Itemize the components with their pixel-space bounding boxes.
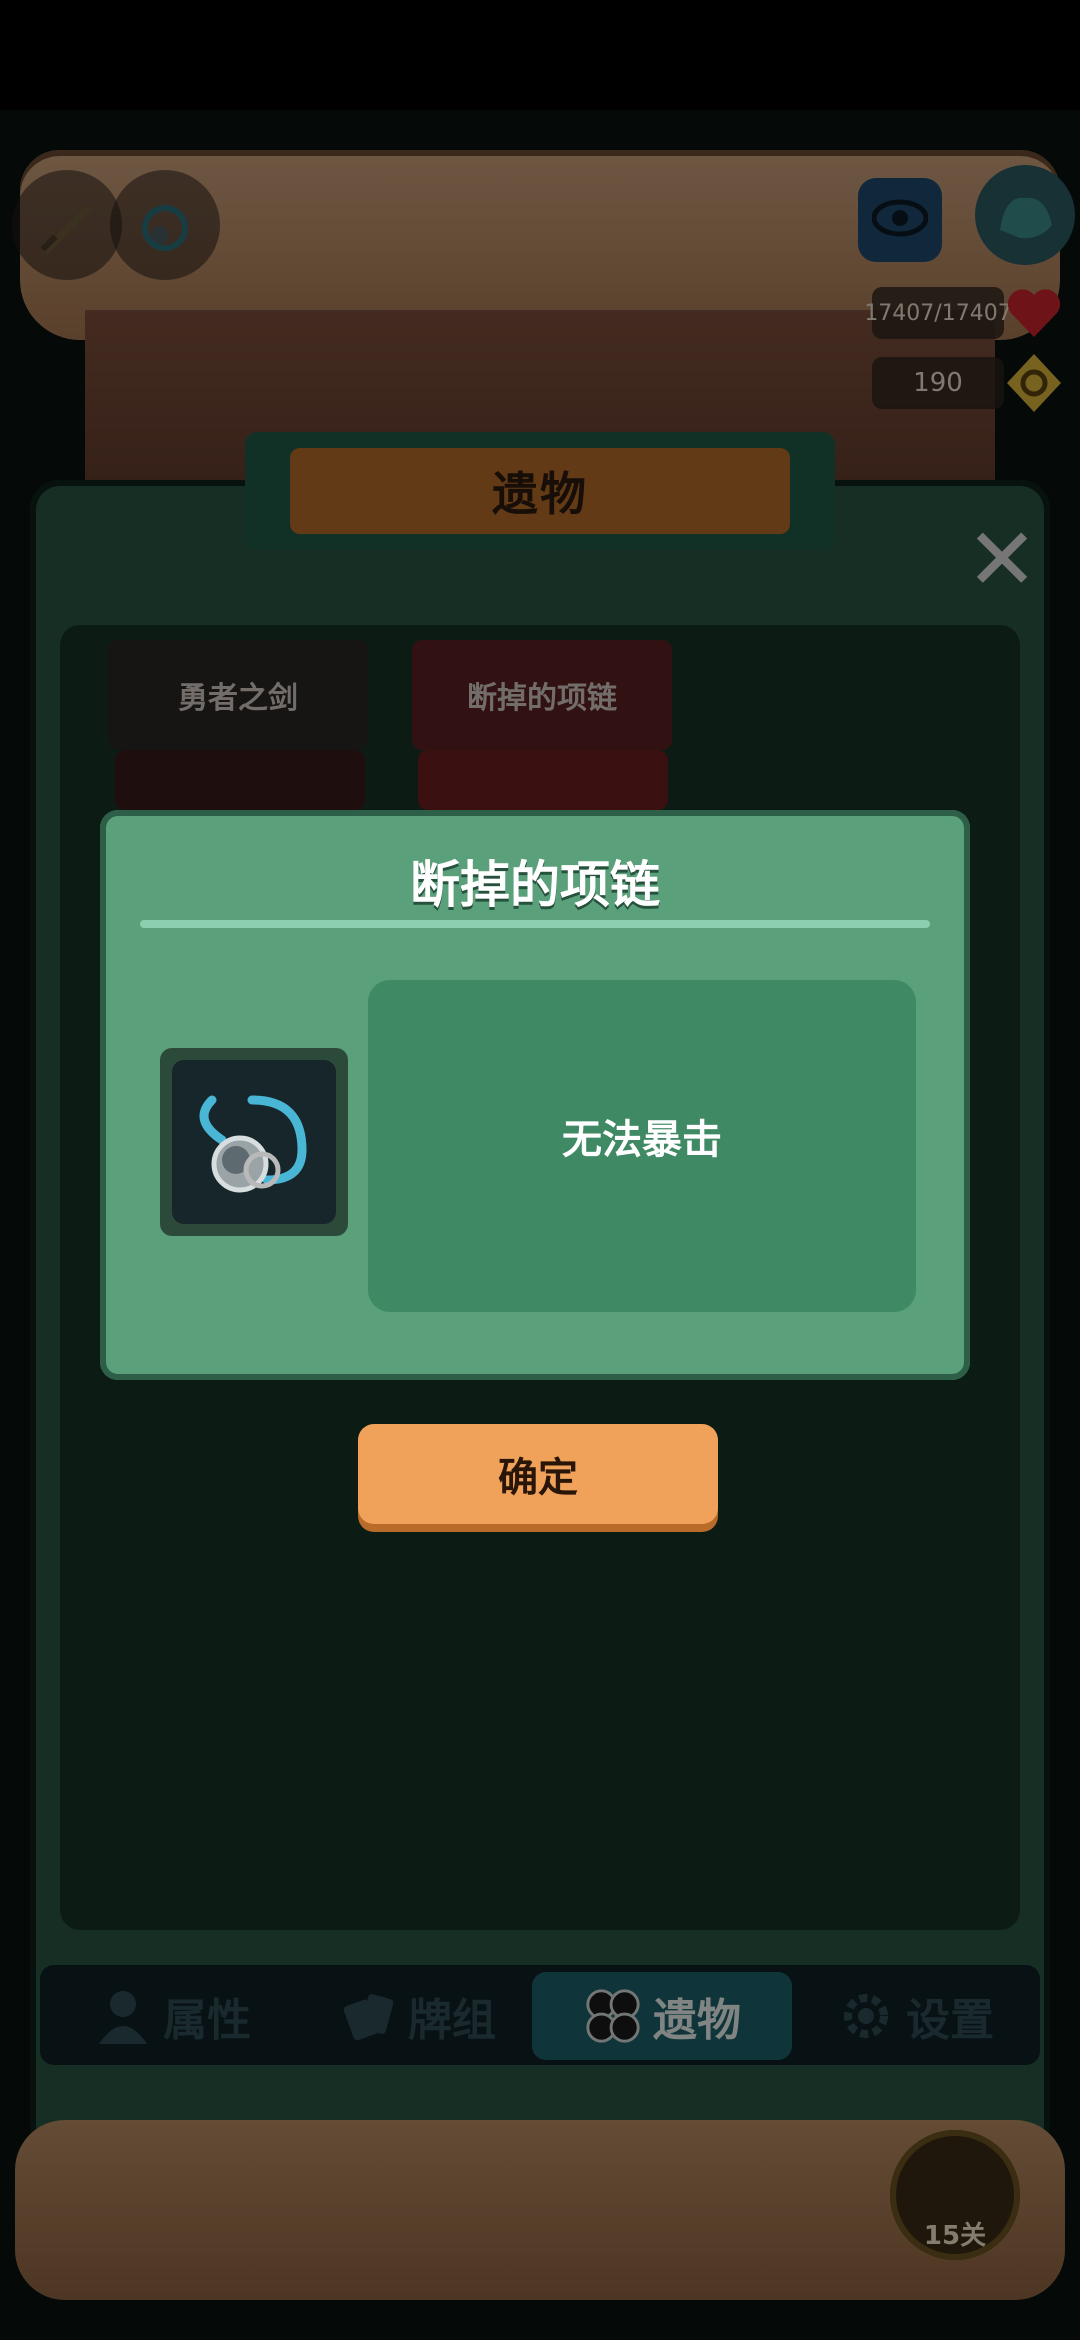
dialog-title: 断掉的项链	[410, 856, 660, 914]
relic-description: 无法暴击	[562, 1117, 722, 1163]
dialog-divider	[140, 920, 930, 928]
broken-necklace-icon	[172, 1060, 336, 1224]
confirm-button[interactable]: 确定	[358, 1424, 718, 1524]
